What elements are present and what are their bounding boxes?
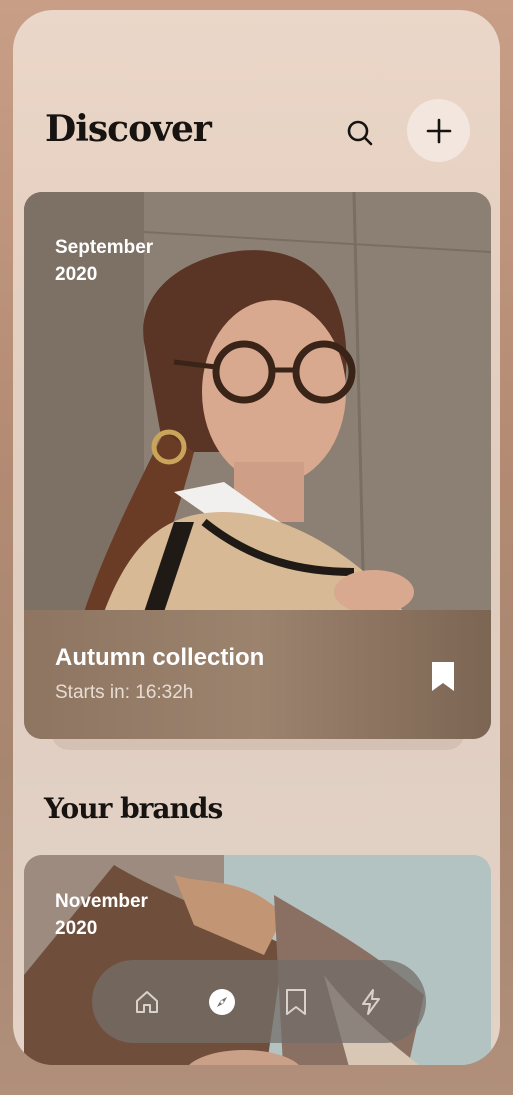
nav-discover[interactable] <box>202 982 242 1022</box>
plus-icon <box>426 118 451 143</box>
search-icon <box>347 120 373 146</box>
collection-name: Autumn collection <box>55 644 265 671</box>
section-title: Your brands <box>44 792 223 825</box>
nav-activity[interactable] <box>351 982 391 1022</box>
bookmark-icon <box>286 988 307 1015</box>
bookmark-icon <box>432 662 454 691</box>
brand-card-date: November 2020 <box>55 891 148 939</box>
bookmark-button[interactable] <box>429 660 457 694</box>
phone-screen: Discover September 2020 Autumn collectio… <box>13 10 500 1065</box>
card-date: September 2020 <box>55 237 154 285</box>
nav-saved[interactable] <box>276 982 316 1022</box>
compass-icon <box>208 988 235 1015</box>
search-button[interactable] <box>337 110 383 156</box>
page-title: Discover <box>45 108 212 150</box>
home-icon <box>136 990 159 1013</box>
lightning-icon <box>361 988 380 1015</box>
bottom-nav <box>92 960 426 1043</box>
collection-countdown: Starts in: 16:32h <box>55 682 194 703</box>
nav-home[interactable] <box>127 982 167 1022</box>
card-footer: Autumn collection Starts in: 16:32h <box>24 610 491 739</box>
add-button[interactable] <box>407 99 470 162</box>
featured-collection-card[interactable]: September 2020 Autumn collection Starts … <box>24 192 491 739</box>
